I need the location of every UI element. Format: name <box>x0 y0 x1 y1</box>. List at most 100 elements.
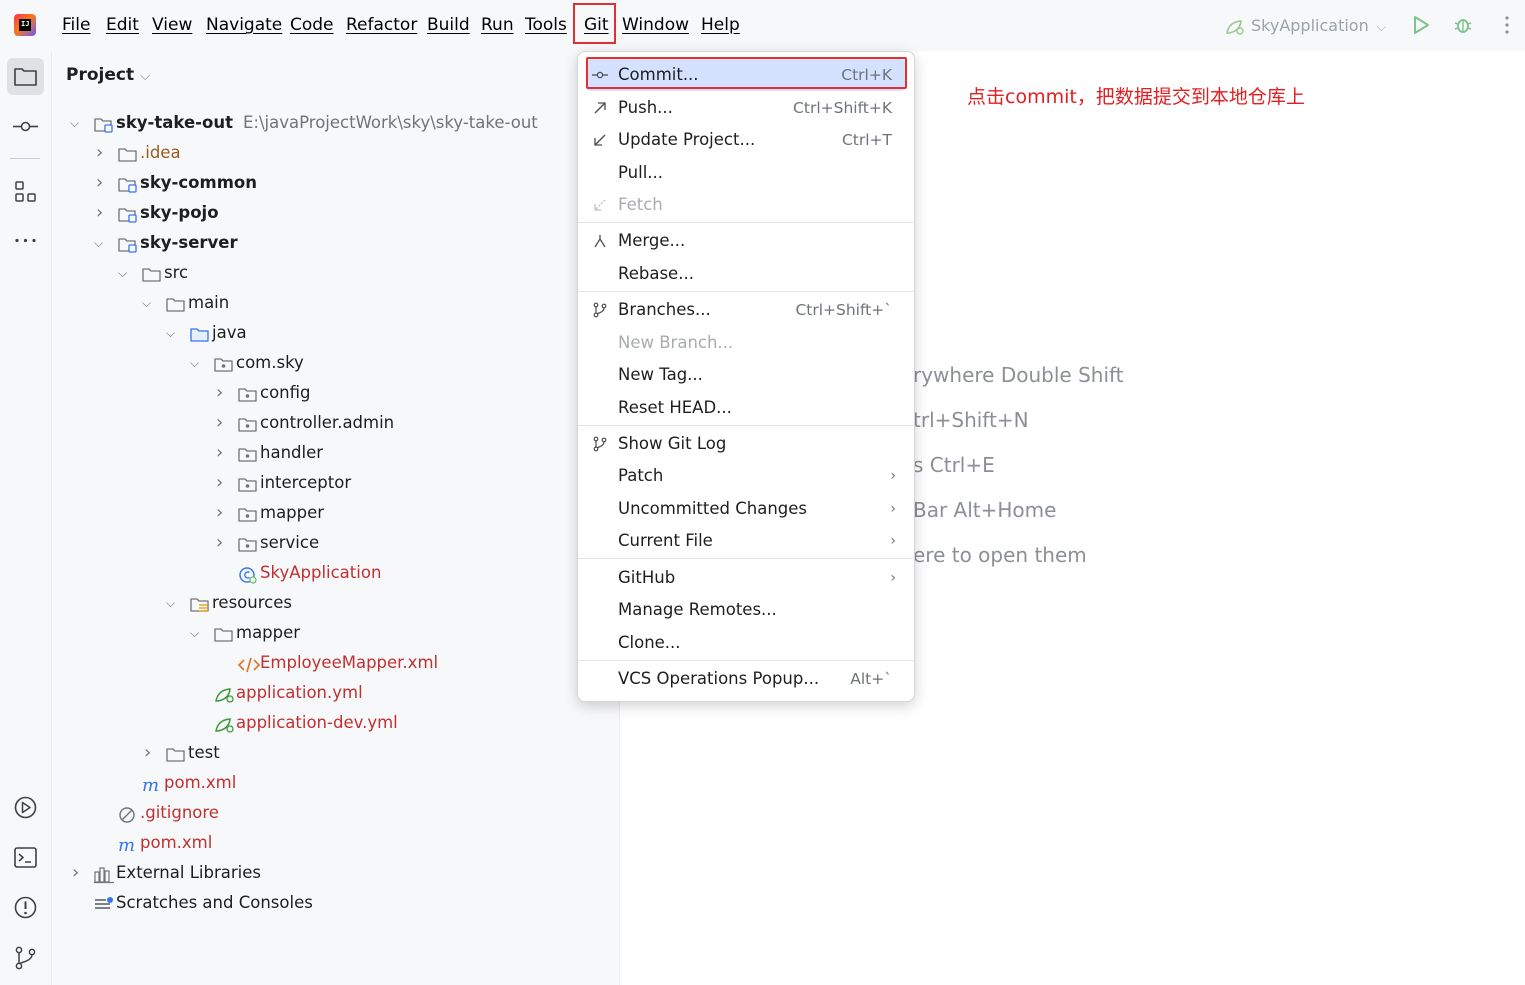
commit-icon <box>13 121 38 132</box>
chevron-right-icon[interactable]: › <box>96 168 103 198</box>
chevron-right-icon[interactable]: › <box>96 198 103 228</box>
vcs-operations-shortcut: Alt+` <box>850 670 892 688</box>
external-libraries-icon <box>94 864 116 894</box>
structure-icon <box>15 181 36 202</box>
merge-label: Merge... <box>618 231 686 250</box>
pull-label: Pull... <box>618 163 664 182</box>
menu-edit[interactable]: Edit <box>106 0 139 51</box>
menu-file[interactable]: File <box>62 0 90 51</box>
fetch-label: Fetch <box>618 195 663 214</box>
menu-item-patch[interactable]: Patch › <box>578 460 914 492</box>
more-vertical-icon[interactable] <box>1496 14 1518 36</box>
run-configuration-selector[interactable]: SkyApplication ⌵ <box>1225 14 1386 38</box>
menu-item-rebase[interactable]: Rebase... <box>578 258 914 290</box>
menu-help[interactable]: Help <box>701 0 740 51</box>
annotation-note: 点击commit，把数据提交到本地仓库上 <box>967 86 1305 108</box>
commit-tool-button[interactable] <box>7 108 44 145</box>
chevron-down-icon[interactable]: ⌵ <box>190 348 199 378</box>
menu-item-current-file[interactable]: Current File › <box>578 525 914 557</box>
tree-node-label: interceptor <box>260 473 352 492</box>
menu-item-uncommitted-changes[interactable]: Uncommitted Changes › <box>578 493 914 525</box>
project-tool-button[interactable] <box>7 58 44 95</box>
git-menu-highlight-box <box>573 3 616 44</box>
chevron-right-icon[interactable]: › <box>216 498 223 528</box>
chevron-right-icon[interactable]: › <box>96 138 103 168</box>
scratches-icon <box>94 894 116 924</box>
more-tools-button[interactable] <box>7 222 44 259</box>
menu-item-pull[interactable]: Pull... <box>578 157 914 189</box>
chevron-down-icon[interactable]: ⌵ <box>70 108 79 138</box>
menu-code[interactable]: Code <box>290 0 334 51</box>
project-panel-title[interactable]: Project ⌵ <box>66 65 150 85</box>
svg-text:m: m <box>118 836 135 854</box>
menu-view[interactable]: View <box>152 0 192 51</box>
branch-icon <box>593 302 607 318</box>
chevron-right-icon[interactable]: › <box>216 378 223 408</box>
menu-item-new-tag[interactable]: New Tag... <box>578 359 914 391</box>
menu-window[interactable]: Window <box>622 0 689 51</box>
chevron-right-icon[interactable]: › <box>216 468 223 498</box>
tree-node-label: sky-common <box>140 173 257 192</box>
menu-item-clone[interactable]: Clone... <box>578 627 914 659</box>
menu-tools[interactable]: Tools <box>525 0 567 51</box>
vcs-operations-label: VCS Operations Popup... <box>618 669 820 688</box>
services-tool-button[interactable] <box>7 789 44 826</box>
tool-window-strip <box>0 51 52 985</box>
terminal-tool-button[interactable] <box>7 839 44 876</box>
menu-run[interactable]: Run <box>481 0 514 51</box>
menu-item-vcs-operations-popup[interactable]: VCS Operations Popup... Alt+` <box>578 663 914 695</box>
merge-icon <box>594 235 606 248</box>
chevron-down-icon[interactable]: ⌵ <box>166 318 175 348</box>
module-folder-icon <box>118 174 138 204</box>
tree-node-label: sky-pojo <box>140 203 219 222</box>
menu-item-branches[interactable]: Branches... Ctrl+Shift+` <box>578 294 914 326</box>
menu-item-show-git-log[interactable]: Show Git Log <box>578 428 914 460</box>
more-horizontal-icon <box>15 238 36 243</box>
menu-item-fetch[interactable]: Fetch <box>578 189 914 221</box>
menu-item-manage-remotes[interactable]: Manage Remotes... <box>578 594 914 626</box>
manage-remotes-label: Manage Remotes... <box>618 600 777 619</box>
chevron-right-icon[interactable]: › <box>216 408 223 438</box>
tree-node-label: resources <box>212 593 292 612</box>
menu-item-new-branch[interactable]: New Branch... <box>578 327 914 359</box>
debug-icon[interactable] <box>1452 14 1474 36</box>
package-icon <box>238 444 258 474</box>
menu-build[interactable]: Build <box>427 0 470 51</box>
hint-navigation-bar: Bar Alt+Home <box>913 498 1057 522</box>
main-toolbar: IJ File Edit View Navigate Code Refactor… <box>0 0 1525 52</box>
hint-go-to-file: trl+Shift+N <box>913 408 1029 432</box>
tree-node-label: src <box>164 263 189 282</box>
chevron-down-icon[interactable]: ⌵ <box>166 588 175 618</box>
chevron-right-icon[interactable]: › <box>216 528 223 558</box>
menu-item-github[interactable]: GitHub › <box>578 562 914 594</box>
menu-navigate[interactable]: Navigate <box>206 0 282 51</box>
package-icon <box>238 474 258 504</box>
chevron-right-icon[interactable]: › <box>144 738 151 768</box>
fetch-icon <box>594 199 606 211</box>
menu-refactor[interactable]: Refactor <box>346 0 417 51</box>
menu-item-merge[interactable]: Merge... <box>578 225 914 257</box>
chevron-right-icon: › <box>890 570 896 586</box>
chevron-down-icon[interactable]: ⌵ <box>190 618 199 648</box>
chevron-right-icon[interactable]: › <box>72 858 79 888</box>
tree-node-label: sky-server <box>140 233 238 252</box>
reset-head-label: Reset HEAD... <box>618 398 732 417</box>
new-branch-label: New Branch... <box>618 333 734 352</box>
chevron-down-icon[interactable]: ⌵ <box>118 258 127 288</box>
chevron-right-icon: › <box>890 468 896 484</box>
problems-tool-button[interactable] <box>7 889 44 926</box>
hint-recent-files: s Ctrl+E <box>913 453 995 477</box>
spring-yml-icon <box>214 684 236 714</box>
tree-node-label: sky-take-out <box>116 113 233 132</box>
chevron-down-icon[interactable]: ⌵ <box>142 288 151 318</box>
menu-item-update-project[interactable]: Update Project... Ctrl+T <box>578 124 914 156</box>
menu-item-push[interactable]: Push... Ctrl+Shift+K <box>578 92 914 124</box>
structure-tool-button[interactable] <box>7 173 44 210</box>
menu-item-reset-head[interactable]: Reset HEAD... <box>578 392 914 424</box>
git-tool-button[interactable] <box>7 939 44 976</box>
intellij-logo-icon[interactable]: IJ <box>14 14 36 36</box>
problems-icon <box>14 896 37 919</box>
chevron-right-icon[interactable]: › <box>216 438 223 468</box>
chevron-down-icon[interactable]: ⌵ <box>94 228 103 258</box>
run-icon[interactable] <box>1410 14 1432 36</box>
